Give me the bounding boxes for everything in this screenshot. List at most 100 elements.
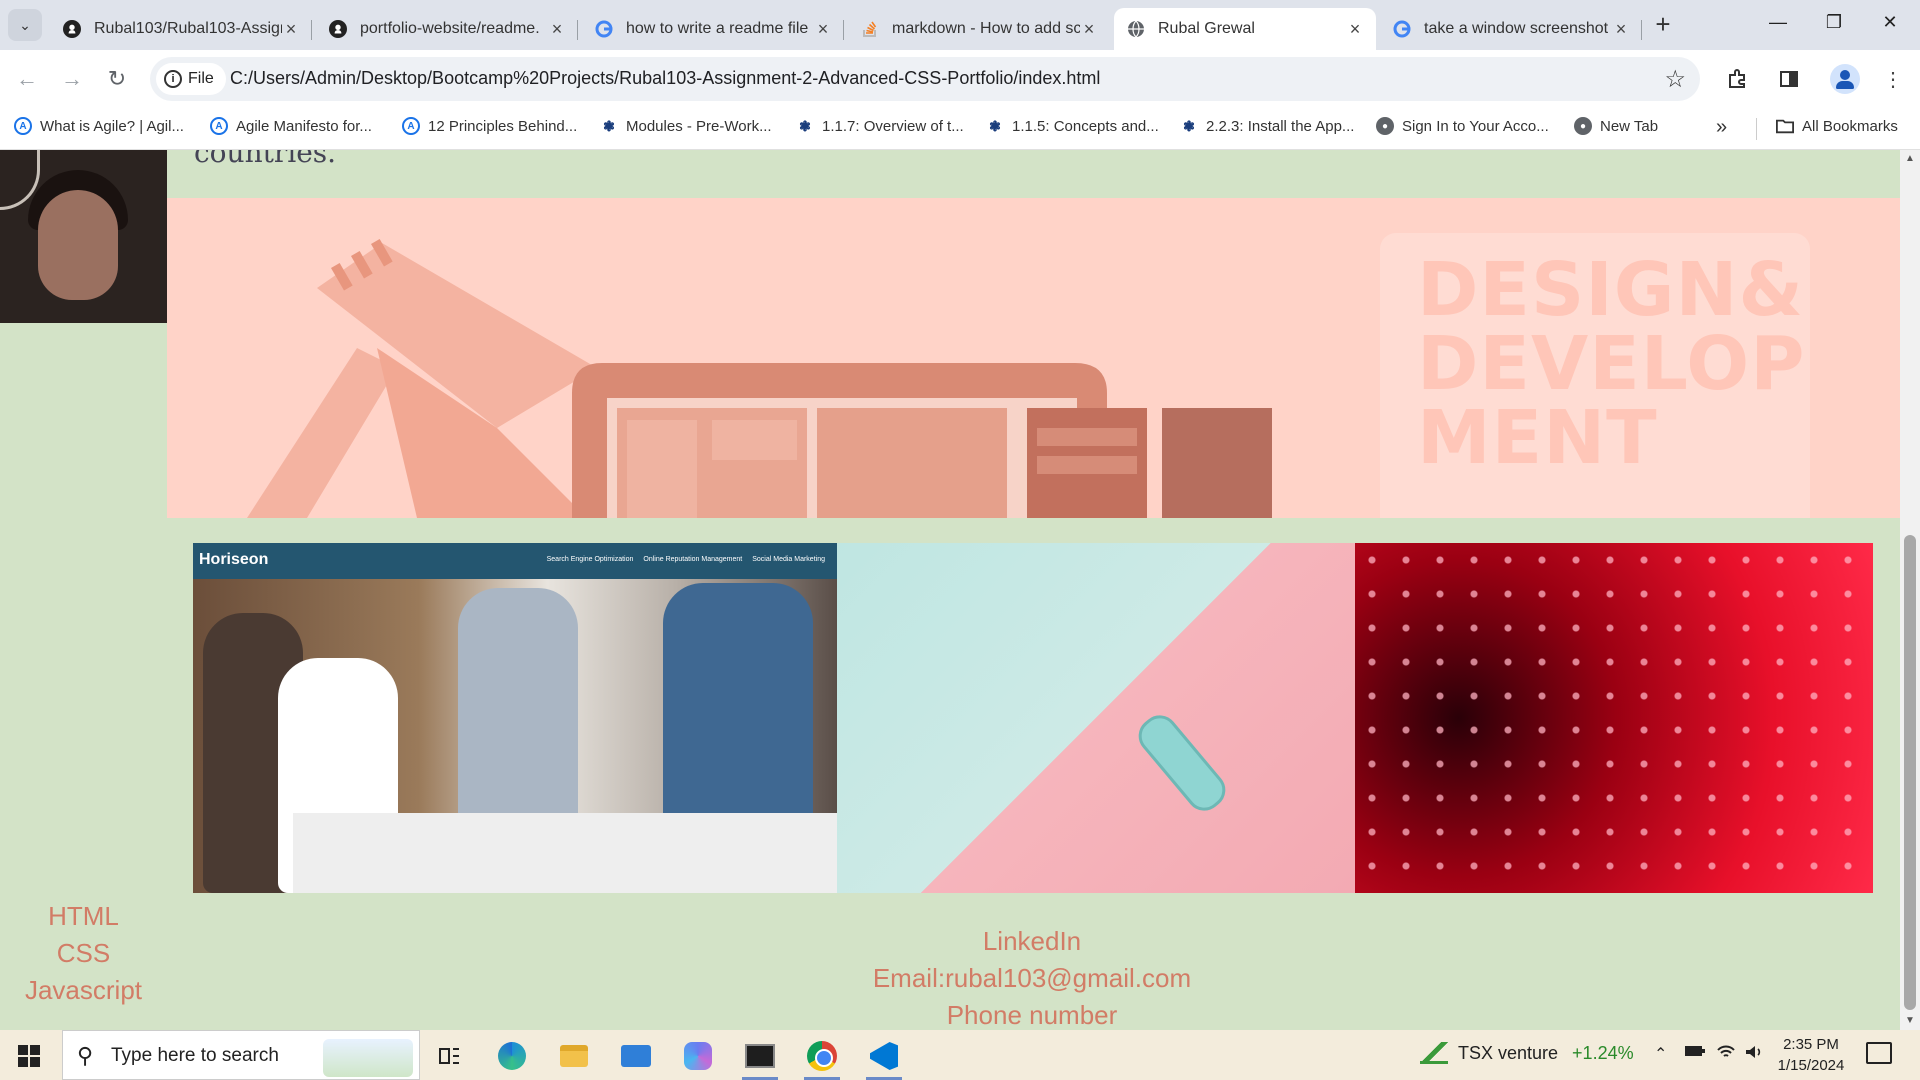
bookmark-item[interactable]: ● New Tab (1574, 117, 1658, 135)
contact-info: LinkedIn Email:rubal103@gmail.com Phone … (840, 923, 1224, 1030)
tab-search-button[interactable]: ⌄ (8, 9, 42, 41)
skill-item: CSS (56, 938, 111, 968)
project-car-image[interactable] (837, 543, 1355, 893)
browser-toolbar: ← → ↻ i File C:/Users/Admin/Desktop/Boot… (0, 50, 1920, 108)
extensions-icon[interactable] (1722, 64, 1752, 94)
phone-number: Phone number (946, 1000, 1118, 1030)
canvas-icon: ❃ (1183, 117, 1195, 134)
close-tab-icon[interactable]: × (1612, 19, 1630, 40)
mail-icon[interactable] (614, 1036, 658, 1076)
vertical-scrollbar[interactable]: ▲ ▼ (1900, 150, 1920, 1030)
close-tab-icon[interactable]: × (814, 19, 832, 40)
bookmark-item[interactable]: ❃ 1.1.7: Overview of t... (796, 117, 964, 135)
folder-icon (1776, 117, 1794, 135)
tab-github-readme[interactable]: portfolio-website/readme. × (316, 8, 578, 50)
scroll-down-arrow-icon[interactable]: ▼ (1900, 1012, 1920, 1030)
chevron-down-icon: ⌄ (19, 16, 31, 33)
restore-button[interactable]: ❐ (1806, 0, 1862, 44)
forward-button[interactable]: → (57, 64, 87, 94)
close-tab-icon[interactable]: × (1080, 19, 1098, 40)
tray-chevron-up-icon[interactable]: ⌃ (1654, 1044, 1667, 1064)
horiseon-header: Horiseon Search Engine Optimization Onli… (193, 543, 837, 579)
github-icon (328, 19, 348, 39)
tab-stackoverflow[interactable]: markdown - How to add sc × (848, 8, 1110, 50)
linkedin-link[interactable]: LinkedIn (840, 923, 1224, 960)
system-clock[interactable]: 2:35 PM 1/15/2024 (1776, 1034, 1846, 1076)
tab-google-screenshot[interactable]: take a window screenshot × (1380, 8, 1642, 50)
project-horiseon-image[interactable]: Horiseon Search Engine Optimization Onli… (193, 543, 837, 893)
web-page: countries. DESIGN& DEVELOP MENT Horiseon… (0, 150, 1900, 1030)
windows-taskbar: ⚲ Type here to search TSX venture +1.24%… (0, 1030, 1920, 1080)
project-led-image[interactable] (1355, 543, 1873, 893)
close-tab-icon[interactable]: × (282, 19, 300, 40)
tab-rubal-grewal[interactable]: Rubal Grewal × (1114, 8, 1376, 50)
taskbar-search[interactable]: ⚲ Type here to search (62, 1030, 420, 1080)
tab-strip: ⌄ Rubal103/Rubal103-Assign × portfolio-w… (0, 0, 1920, 50)
email-link[interactable]: Email:rubal103@gmail.com (840, 960, 1224, 997)
all-bookmarks-button[interactable]: All Bookmarks (1776, 117, 1898, 135)
bookmarks-bar: A What is Agile? | Agil... A Agile Manifes… (0, 108, 1920, 150)
bookmark-item[interactable]: ❃ 1.1.5: Concepts and... (986, 117, 1159, 135)
canvas-icon: ❃ (799, 117, 811, 134)
reload-button[interactable]: ↻ (102, 64, 132, 94)
bookmark-item[interactable]: ❃ Modules - Pre-Work... (600, 117, 771, 135)
search-highlight-image (323, 1039, 413, 1077)
bookmark-item[interactable]: ❃ 2.2.3: Install the App... (1180, 117, 1354, 135)
hero-banner: DESIGN& DEVELOP MENT (167, 198, 1900, 518)
agile-icon: A (210, 117, 228, 135)
google-icon (594, 19, 614, 39)
bookmark-star-icon[interactable]: ☆ (1664, 65, 1686, 94)
back-button[interactable]: ← (12, 64, 42, 94)
globe-icon: ● (1574, 117, 1592, 135)
google-icon (1392, 19, 1412, 39)
close-tab-icon[interactable]: × (1346, 19, 1364, 40)
windows-start-icon[interactable] (18, 1045, 40, 1067)
minimize-button[interactable]: — (1750, 0, 1806, 44)
terminal-icon[interactable] (738, 1036, 782, 1080)
file-explorer-icon[interactable] (552, 1036, 596, 1076)
skill-item: HTML (48, 901, 119, 931)
task-view-icon[interactable] (428, 1036, 472, 1076)
github-icon (62, 19, 82, 39)
design-develop-text: DESIGN& DEVELOP MENT (1417, 247, 1806, 481)
tab-github-repo[interactable]: Rubal103/Rubal103-Assign × (50, 8, 312, 50)
more-bookmarks-icon[interactable]: » (1716, 116, 1727, 139)
edge-icon[interactable] (490, 1036, 534, 1076)
stackoverflow-icon (860, 19, 880, 39)
skill-item: Javascript (24, 975, 143, 1005)
globe-icon: ● (1376, 117, 1394, 135)
canvas-icon: ❃ (603, 117, 615, 134)
profile-avatar[interactable] (1830, 64, 1860, 94)
bookmark-item[interactable]: A What is Agile? | Agil... (14, 117, 184, 135)
stock-ticker-widget[interactable]: TSX venture +1.24% (1420, 1042, 1634, 1064)
close-window-button[interactable]: ✕ (1862, 0, 1918, 44)
battery-icon[interactable] (1684, 1044, 1706, 1063)
bookmark-item[interactable]: A 12 Principles Behind... (402, 117, 577, 135)
scroll-up-arrow-icon[interactable]: ▲ (1900, 150, 1920, 168)
chrome-icon[interactable] (800, 1036, 844, 1080)
bookmark-item[interactable]: ● Sign In to Your Acco... (1376, 117, 1549, 135)
bookmark-item[interactable]: A Agile Manifesto for... (210, 117, 372, 135)
agile-icon: A (14, 117, 32, 135)
search-icon: ⚲ (77, 1043, 94, 1068)
close-tab-icon[interactable]: × (548, 19, 566, 40)
wifi-icon[interactable] (1716, 1044, 1736, 1065)
copilot-icon[interactable] (676, 1036, 720, 1076)
side-panel-icon[interactable] (1774, 64, 1804, 94)
new-tab-button[interactable]: + (1648, 10, 1678, 40)
info-icon: i (164, 70, 182, 88)
vscode-icon[interactable] (862, 1036, 906, 1080)
tab-google-readme[interactable]: how to write a readme file × (582, 8, 844, 50)
stock-chart-icon (1420, 1042, 1448, 1064)
url-text[interactable]: C:/Users/Admin/Desktop/Bootcamp%20Projec… (230, 68, 1100, 89)
address-bar[interactable]: i File C:/Users/Admin/Desktop/Bootcamp%2… (150, 57, 1700, 101)
skills-list: HTML CSS Javascript (0, 898, 167, 1009)
agile-icon: A (402, 117, 420, 135)
project-gallery: Horiseon Search Engine Optimization Onli… (193, 543, 1873, 893)
notifications-icon[interactable] (1866, 1042, 1892, 1064)
volume-icon[interactable] (1744, 1044, 1764, 1065)
globe-icon (1126, 19, 1146, 39)
site-info-chip[interactable]: i File (156, 63, 226, 95)
scrollbar-thumb[interactable] (1904, 535, 1916, 1010)
menu-kebab-icon[interactable]: ⋮ (1878, 64, 1908, 94)
